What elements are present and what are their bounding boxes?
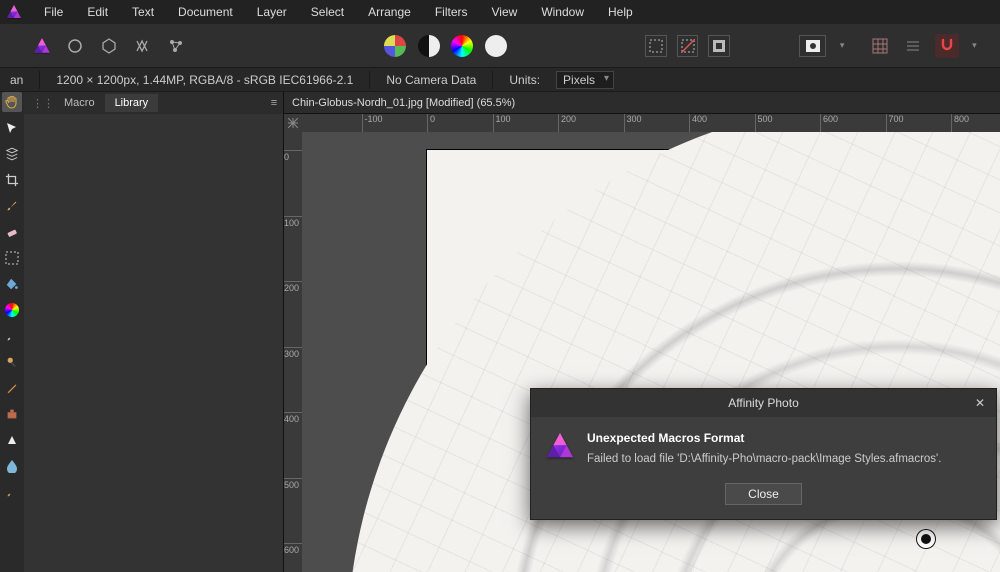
persona-photo-icon[interactable] (30, 34, 54, 58)
ruler-vertical[interactable]: 0 100 200 300 400 500 600 (284, 132, 302, 572)
persona-liquify-icon[interactable] (64, 34, 88, 58)
snapping-dropdown-icon[interactable]: ▾ (969, 34, 981, 58)
selection-brush-tool-icon[interactable] (2, 248, 22, 268)
quick-mask-dropdown-icon[interactable]: ▾ (836, 34, 848, 58)
menu-document[interactable]: Document (168, 2, 243, 22)
ruler-v-tick: 400 (284, 412, 302, 424)
dialog-title: Affinity Photo (728, 396, 799, 410)
ruler-h-tick: 100 (493, 114, 511, 132)
units-dropdown[interactable]: Pixels (556, 71, 614, 89)
persona-export-icon[interactable] (164, 34, 188, 58)
view-tool-icon[interactable] (2, 144, 22, 164)
swatch-rainbow-icon[interactable] (451, 34, 475, 58)
ruler-origin-icon[interactable] (284, 114, 302, 132)
persona-develop-icon[interactable] (97, 34, 121, 58)
doc-info-label: 1200 × 1200px, 1.44MP, RGBA/8 - sRGB IEC… (50, 73, 359, 87)
map-center-dot (917, 530, 935, 548)
ruler-horizontal[interactable]: -1000100200300400500600700800900 (302, 114, 1000, 132)
ruler-h-tick: 300 (624, 114, 642, 132)
clone-tool-icon[interactable] (2, 404, 22, 424)
ruler-h-tick: 400 (689, 114, 707, 132)
shape-tool-icon[interactable] (2, 430, 22, 450)
gradient-tool-icon[interactable] (2, 326, 22, 346)
paint-brush-tool-icon[interactable] (2, 196, 22, 216)
ruler-v-tick: 100 (284, 216, 302, 228)
swatch-blank-icon[interactable] (484, 34, 508, 58)
document-tab-label: Chin-Globus-Nordh_01.jpg [Modified] (65.… (292, 97, 515, 109)
tab-macro[interactable]: Macro (54, 94, 105, 112)
persona-tone-icon[interactable] (131, 34, 155, 58)
menu-bar: File Edit Text Document Layer Select Arr… (0, 0, 1000, 24)
ruler-h-tick: 700 (886, 114, 904, 132)
persona-label: an (4, 73, 29, 87)
erase-tool-icon[interactable] (2, 222, 22, 242)
menu-layer[interactable]: Layer (247, 2, 297, 22)
swatch-quadrant-icon[interactable] (384, 34, 408, 58)
dialog-title-bar[interactable]: Affinity Photo ✕ (531, 389, 996, 417)
menu-view[interactable]: View (482, 2, 528, 22)
menu-help[interactable]: Help (598, 2, 643, 22)
studio-panel: ⋮⋮ Macro Library ≡ (24, 92, 284, 572)
swatch-bw-icon[interactable] (417, 34, 441, 58)
deselect-icon[interactable] (677, 35, 699, 57)
burn-tool-icon[interactable] (2, 378, 22, 398)
dialog-message: Failed to load file 'D:\Affinity-Pho\mac… (587, 453, 941, 465)
flood-fill-tool-icon[interactable] (2, 274, 22, 294)
ruler-v-tick: 200 (284, 281, 302, 293)
menu-filters[interactable]: Filters (425, 2, 478, 22)
context-bar: an 1200 × 1200px, 1.44MP, RGBA/8 - sRGB … (0, 68, 1000, 92)
quick-mask-icon[interactable] (799, 35, 826, 57)
invert-select-icon[interactable] (708, 35, 730, 57)
ruler-h-tick: 200 (558, 114, 576, 132)
snapping-icon[interactable] (935, 34, 959, 58)
dialog-close-button[interactable]: Close (725, 483, 802, 505)
ruler-h-tick: 600 (820, 114, 838, 132)
tool-strip (0, 92, 24, 572)
error-dialog: Affinity Photo ✕ Unexpected Macros Forma… (530, 388, 997, 520)
tab-library[interactable]: Library (105, 94, 159, 112)
panel-tabs: ⋮⋮ Macro Library ≡ (24, 92, 283, 114)
app-logo-icon (6, 4, 22, 20)
color-picker-tool-icon[interactable] (2, 300, 22, 320)
blur-tool-icon[interactable] (2, 456, 22, 476)
dialog-close-icon[interactable]: ✕ (970, 393, 990, 413)
smudge-tool-icon[interactable] (2, 482, 22, 502)
ruler-v-tick: 500 (284, 478, 302, 490)
menu-arrange[interactable]: Arrange (358, 2, 421, 22)
marquee-icon[interactable] (645, 35, 667, 57)
document-tab[interactable]: Chin-Globus-Nordh_01.jpg [Modified] (65.… (284, 92, 1000, 114)
baseline-icon[interactable] (902, 34, 926, 58)
grid-icon[interactable] (868, 34, 892, 58)
ruler-h-tick: 800 (951, 114, 969, 132)
menu-edit[interactable]: Edit (77, 2, 118, 22)
menu-text[interactable]: Text (122, 2, 164, 22)
dialog-heading: Unexpected Macros Format (587, 431, 941, 445)
panel-menu-icon[interactable]: ≡ (265, 97, 283, 109)
menu-window[interactable]: Window (531, 2, 594, 22)
dodge-tool-icon[interactable] (2, 352, 22, 372)
units-label: Units: (503, 73, 546, 87)
panel-body (24, 114, 283, 572)
move-tool-icon[interactable] (2, 118, 22, 138)
menu-select[interactable]: Select (301, 2, 354, 22)
toolbar: ▾ ▾ (0, 24, 1000, 68)
ruler-h-tick: -100 (362, 114, 383, 132)
ruler-v-tick: 0 (284, 150, 302, 162)
ruler-v-tick: 300 (284, 347, 302, 359)
ruler-h-tick: 500 (755, 114, 773, 132)
menu-file[interactable]: File (34, 2, 73, 22)
ruler-h-tick: 0 (427, 114, 435, 132)
camera-data-label: No Camera Data (380, 73, 482, 87)
dialog-app-icon (545, 431, 575, 461)
ruler-v-tick: 600 (284, 543, 302, 555)
hand-tool-icon[interactable] (2, 92, 22, 112)
crop-tool-icon[interactable] (2, 170, 22, 190)
